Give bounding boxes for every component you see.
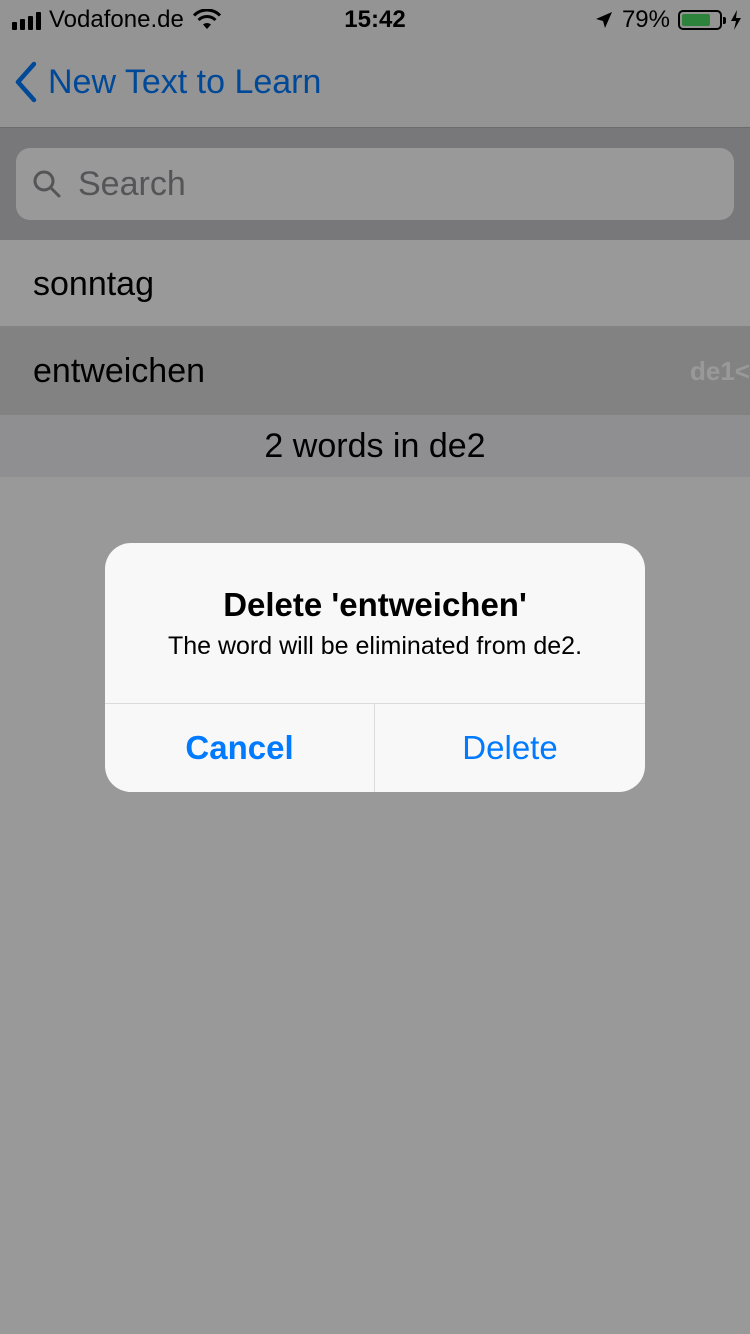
delete-alert-dialog: Delete 'entweichen' The word will be eli… <box>105 543 645 792</box>
alert-title: Delete 'entweichen' <box>223 586 527 623</box>
cancel-button[interactable]: Cancel <box>105 704 374 792</box>
alert-message: The word will be eliminated from de2. <box>167 632 583 660</box>
delete-button[interactable]: Delete <box>375 704 645 792</box>
